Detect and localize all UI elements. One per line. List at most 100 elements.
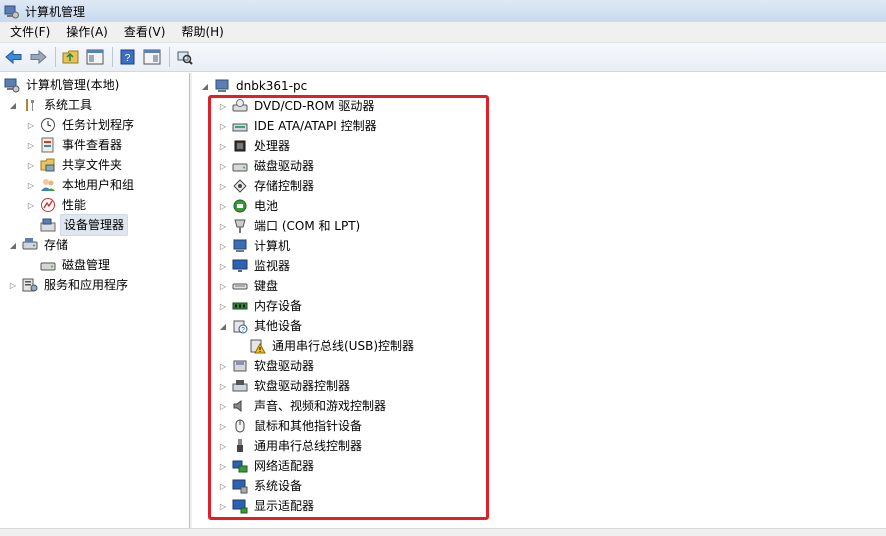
collapse-arrow-icon[interactable]: ◢ [8,95,18,115]
tree-item-shared-folders[interactable]: ▷ 共享文件夹 [26,155,124,175]
device-category-label: 其他设备 [254,319,303,333]
back-button[interactable] [3,46,25,68]
device-category-item[interactable]: ▷ 磁盘驱动器 [218,156,316,176]
forward-button[interactable] [27,46,49,68]
device-category-label: 鼠标和其他指针设备 [254,419,363,433]
expand-arrow-icon[interactable]: ▷ [218,236,228,256]
device-category-label: 端口 (COM 和 LPT) [254,219,361,233]
expand-arrow-icon[interactable]: ▷ [218,216,228,236]
expand-arrow-icon[interactable]: ▷ [218,156,228,176]
services-icon [22,277,38,293]
device-category-item[interactable]: ▷ 显示适配器 [218,496,316,516]
device-category-item[interactable]: ▷ IDE ATA/ATAPI 控制器 [218,116,379,136]
device-category-item[interactable]: ▷ 系统设备 [218,476,304,496]
expand-arrow-icon[interactable]: ▷ [218,376,228,396]
expand-arrow-icon[interactable]: ▷ [26,175,36,195]
expand-arrow-icon[interactable]: ▷ [218,496,228,516]
tree-item-device-manager[interactable]: 设备管理器 [40,214,129,236]
collapse-arrow-icon[interactable]: ◢ [218,316,228,336]
device-item-usb-controller-unknown[interactable]: 通用串行总线(USB)控制器 [250,336,416,356]
device-category-item[interactable]: ▷ 声音、视频和游戏控制器 [218,396,388,416]
monitor-icon [232,258,248,274]
device-category-label: IDE ATA/ATAPI 控制器 [254,119,377,133]
expand-arrow-icon[interactable]: ▷ [218,356,228,376]
expand-arrow-icon[interactable]: ▷ [218,196,228,216]
device-category-item[interactable]: ▷ 网络适配器 [218,456,316,476]
tree-item-services-apps[interactable]: ▷ 服务和应用程序 [8,275,130,295]
expand-arrow-icon[interactable]: ▷ [218,456,228,476]
menu-bar: 文件(F) 操作(A) 查看(V) 帮助(H) [0,22,886,43]
device-category-item[interactable]: ▷ 电池 [218,196,280,216]
tree-item-local-users[interactable]: ▷ 本地用户和组 [26,175,136,195]
tree-item-task-scheduler[interactable]: ▷ 任务计划程序 [26,115,136,135]
menu-help[interactable]: 帮助(H) [175,22,229,43]
device-category-item[interactable]: ▷ 内存设备 [218,296,304,316]
disk-management-icon [40,257,56,273]
expand-arrow-icon[interactable]: ▷ [26,155,36,175]
tree-item-disk-management[interactable]: 磁盘管理 [40,255,112,275]
show-hide-action-pane-button[interactable] [141,46,163,68]
performance-icon [40,197,56,213]
expand-arrow-icon[interactable]: ▷ [26,195,36,215]
tree-item-system-tools[interactable]: ◢ 系统工具 [8,95,94,115]
device-category-item[interactable]: ▷ 存储控制器 [218,176,316,196]
tree-item-event-viewer[interactable]: ▷ 事件查看器 [26,135,124,155]
device-category-label: 键盘 [254,279,279,293]
expand-arrow-icon[interactable]: ▷ [218,396,228,416]
expand-arrow-icon[interactable]: ▷ [26,135,36,155]
device-root[interactable]: ◢ dnbk361-pc [200,76,309,96]
tree-item-computer-management[interactable]: 计算机管理(本地) [4,75,121,95]
storage-icon [22,237,38,253]
tree-item-performance[interactable]: ▷ 性能 [26,195,88,215]
device-category-label: 处理器 [254,139,291,153]
expand-arrow-icon[interactable]: ▷ [218,416,228,436]
expand-arrow-icon[interactable]: ▷ [218,296,228,316]
expand-arrow-icon[interactable]: ▷ [218,476,228,496]
scan-hardware-button[interactable] [174,46,196,68]
device-category-item[interactable]: ▷ 处理器 [218,136,292,156]
device-category-item[interactable]: ▷ 键盘 [218,276,280,296]
window-title: 计算机管理 [25,4,86,19]
device-category-label: DVD/CD-ROM 驱动器 [254,99,375,113]
ide-controller-icon [232,118,248,134]
tree-item-storage[interactable]: ◢ 存储 [8,235,70,255]
collapse-arrow-icon[interactable]: ◢ [200,76,210,96]
expand-arrow-icon[interactable]: ▷ [218,276,228,296]
device-category-label: 磁盘驱动器 [254,159,315,173]
expand-arrow-icon[interactable]: ▷ [218,116,228,136]
tree-label: 服务和应用程序 [44,278,129,292]
device-category-item[interactable]: ▷ DVD/CD-ROM 驱动器 [218,96,376,116]
expand-arrow-icon[interactable]: ▷ [26,115,36,135]
device-category-item[interactable]: ▷ 鼠标和其他指针设备 [218,416,364,436]
device-category-item[interactable]: ▷ 软盘驱动器 [218,356,316,376]
display-adapter-icon [232,498,248,514]
device-category-item[interactable]: ▷ 监视器 [218,256,292,276]
show-hide-console-tree-button[interactable] [84,46,106,68]
expand-arrow-icon[interactable]: ▷ [8,275,18,295]
help-button[interactable]: ? [117,46,139,68]
tree-label: 设备管理器 [60,214,129,236]
device-category-item[interactable]: ▷ 通用串行总线控制器 [218,436,364,456]
menu-view[interactable]: 查看(V) [118,22,172,43]
expand-arrow-icon[interactable]: ▷ [218,256,228,276]
tree-label: 共享文件夹 [62,158,123,172]
computer-name: dnbk361-pc [236,79,308,93]
collapse-arrow-icon[interactable]: ◢ [8,235,18,255]
menu-file[interactable]: 文件(F) [4,22,56,43]
device-tree-pane: ◢ dnbk361-pc ▷ DVD/CD-ROM 驱动器 ▷ IDE ATA/ATA… [192,73,886,528]
expand-arrow-icon[interactable]: ▷ [218,176,228,196]
forward-arrow-icon [30,49,47,65]
expand-arrow-icon[interactable]: ▷ [218,136,228,156]
menu-action[interactable]: 操作(A) [60,22,114,43]
device-category-item[interactable]: ▷ 端口 (COM 和 LPT) [218,216,362,236]
device-category-item[interactable]: ▷ 软盘驱动器控制器 [218,376,352,396]
device-category-item[interactable]: ▷ 计算机 [218,236,292,256]
folder-up-icon [62,50,79,64]
expand-arrow-icon[interactable]: ▷ [218,436,228,456]
device-category-item[interactable]: ◢? 其他设备 [218,316,304,336]
usb-icon [232,438,248,454]
expand-arrow-icon[interactable]: ▷ [218,96,228,116]
up-level-button[interactable] [60,46,82,68]
floppy-controller-icon [232,378,248,394]
storage-controller-icon [232,178,248,194]
